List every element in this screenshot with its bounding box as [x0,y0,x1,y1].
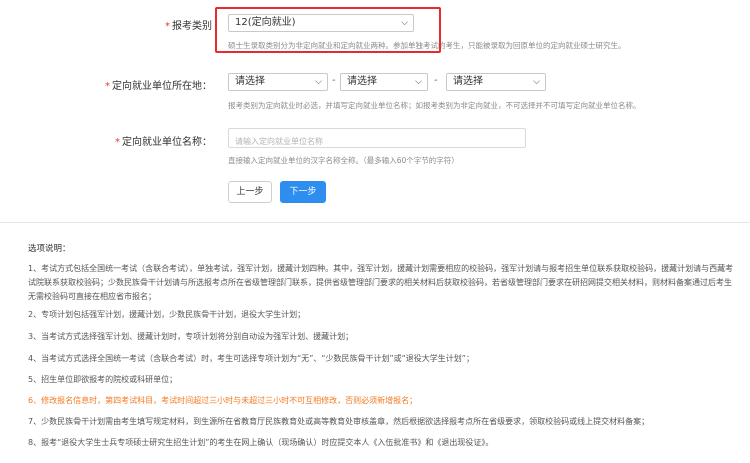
note-item: 5、招生单位即欲报考的院校或科研单位； [28,375,178,384]
district-select[interactable]: 请选择 ⌵ [446,73,546,91]
note-item-warning: 6、修改报名信息时，第四考试科目，考试时间超过三小时与未超过三小时不可互相修改，… [28,396,418,405]
prev-button[interactable]: 上一步 [228,181,272,203]
chevron-down-icon: ⌵ [533,77,540,87]
location-separator: - [434,75,438,86]
exam-category-label: * 报考类别 [165,21,212,32]
notes-title: 选项说明： [28,244,71,254]
chevron-down-icon: ⌵ [415,77,422,87]
highlight-box [215,7,441,53]
unit-name-field[interactable] [228,128,526,151]
province-select[interactable]: 请选择 ⌵ [228,73,328,91]
unit-name-label: * 定向就业单位名称： [115,137,212,148]
unit-location-hint: 报考类别为定向就业时必选，并填写定向就业单位名称；如报考类别为非定向就业，不可选… [228,101,641,110]
unit-location-label: * 定向就业单位所在地： [105,81,212,92]
unit-name-input[interactable] [229,132,525,151]
note-item: 7、少数民族骨干计划需由考生填写规定材料，到生源所在省教育厅民族教育处或高等教育… [28,417,650,426]
note-item: 1、考试方式包括全国统一考试（含联合考试），单独考试，强军计划，援藏计划四种。其… [28,264,734,301]
location-separator: - [332,75,336,86]
unit-name-hint: 直接输入定向就业单位的汉字名称全称。（最多输入60个字节的字符） [228,156,459,165]
note-item: 3、当考试方式选择强军计划、援藏计划时，专项计划将分别自动设为强军计划、援藏计划… [28,332,354,341]
note-item: 8、报考“退役大学生士兵专项硕士研究生招生计划”的考生在网上确认（现场确认）时应… [28,438,494,447]
next-button[interactable]: 下一步 [280,181,326,203]
note-item: 2、专项计划包括强军计划，援藏计划，少数民族骨干计划，退役大学生计划； [28,310,306,319]
section-divider [0,222,750,223]
city-select[interactable]: 请选择 ⌵ [340,73,428,91]
chevron-down-icon: ⌵ [315,77,322,87]
note-item: 4、当考试方式选择全国统一考试（含联合考试）时，考生可选择专项计划为“无”、“少… [28,354,474,363]
